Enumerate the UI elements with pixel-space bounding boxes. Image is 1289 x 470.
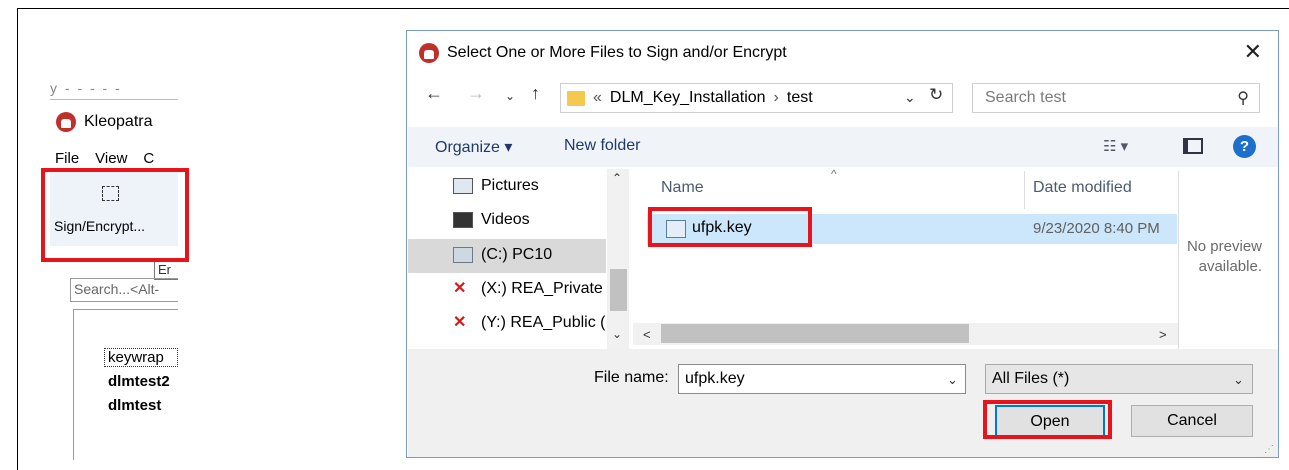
scroll-up-icon[interactable]: ⌃ xyxy=(612,171,622,185)
folder-icon xyxy=(567,90,585,106)
file-name-input[interactable]: ufpk.key xyxy=(678,364,966,394)
close-icon[interactable]: ✕ xyxy=(1244,39,1262,65)
up-arrow-icon[interactable]: ↑ xyxy=(531,83,540,104)
column-header-name[interactable]: Name xyxy=(661,179,704,197)
command-bar xyxy=(408,127,1278,167)
column-divider[interactable] xyxy=(1024,171,1025,209)
pictures-icon xyxy=(453,178,473,194)
back-arrow-icon[interactable]: ← xyxy=(425,83,443,104)
file-type-select[interactable]: All Files (*) xyxy=(985,364,1253,394)
horizontal-scrollbar-thumb[interactable] xyxy=(661,324,969,343)
change-view-icon[interactable]: ☷ ▾ xyxy=(1103,137,1128,155)
scroll-down-icon[interactable]: ⌄ xyxy=(612,327,622,341)
preview-pane: No preview available. xyxy=(1178,171,1278,349)
menu-c[interactable]: C xyxy=(143,150,154,167)
drive-icon xyxy=(453,247,473,263)
scroll-right-icon[interactable]: > xyxy=(1159,327,1167,342)
new-folder-button[interactable]: New folder xyxy=(564,137,640,155)
recent-chevron-down-icon[interactable]: ⌄ xyxy=(505,89,515,103)
resize-grip-icon[interactable]: ⋰ xyxy=(1264,444,1274,455)
file-highlight xyxy=(648,207,812,247)
preview-text-line: No preview xyxy=(1186,238,1262,255)
organize-button[interactable]: Organize ▾ xyxy=(435,137,512,157)
preview-pane-icon[interactable] xyxy=(1183,138,1203,154)
file-open-dialog: Select One or More Files to Sign and/or … xyxy=(406,30,1279,458)
search-icon: ⚲ xyxy=(1237,90,1249,107)
keylist-item[interactable]: dlmtest2 xyxy=(108,373,178,390)
menu-view[interactable]: View xyxy=(95,150,127,167)
nav-item-label: (C:) PC10 xyxy=(481,246,553,263)
nav-item-label: Pictures xyxy=(481,177,539,194)
keylist-item[interactable]: dlmtest xyxy=(108,397,161,414)
kleopatra-title-text: Kleopatra xyxy=(84,113,153,130)
search-input[interactable]: Search test ⚲ xyxy=(972,83,1260,113)
kleopatra-title: Kleopatra xyxy=(56,112,153,132)
network-drive-icon: ✕ xyxy=(453,281,473,297)
keylist-item[interactable]: keywrap xyxy=(104,348,178,367)
sign-encrypt-highlight xyxy=(41,168,189,262)
scroll-left-icon[interactable]: < xyxy=(643,327,651,342)
kleopatra-search-input[interactable]: Search...<Alt- xyxy=(70,278,178,302)
help-icon[interactable]: ? xyxy=(1233,135,1256,158)
address-bar[interactable]: « DLM_Key_Installation › test xyxy=(560,83,953,113)
nav-item-x-drive[interactable]: ✕ (X:) REA_Private xyxy=(453,280,603,298)
videos-icon xyxy=(453,212,473,228)
column-header-date[interactable]: Date modified xyxy=(1033,179,1132,197)
refresh-icon[interactable]: ↻ xyxy=(929,85,943,105)
nav-item-videos[interactable]: Videos xyxy=(453,211,530,229)
breadcrumb-overflow[interactable]: « xyxy=(593,89,602,107)
open-highlight xyxy=(983,400,1112,439)
menu-file[interactable]: File xyxy=(55,150,79,167)
nav-scrollbar-thumb[interactable] xyxy=(610,269,627,311)
preview-text-line: available. xyxy=(1198,258,1262,275)
nav-item-y-drive[interactable]: ✕ (Y:) REA_Public ( xyxy=(453,314,605,332)
address-dropdown-icon[interactable]: ⌄ xyxy=(904,89,916,106)
file-date: 9/23/2020 8:40 PM xyxy=(1033,220,1160,237)
breadcrumb-chevron-icon: › xyxy=(773,89,779,106)
dialog-title: Select One or More Files to Sign and/or … xyxy=(419,43,787,63)
breadcrumb-current[interactable]: test xyxy=(787,89,813,107)
nav-item-pictures[interactable]: Pictures xyxy=(453,177,539,195)
nav-item-c-drive[interactable]: (C:) PC10 xyxy=(453,246,552,264)
kleopatra-logo-icon xyxy=(56,112,76,132)
dialog-title-text: Select One or More Files to Sign and/or … xyxy=(447,44,787,61)
file-type-dropdown-icon[interactable]: ⌄ xyxy=(1233,372,1244,388)
nav-item-label: (Y:) REA_Public ( xyxy=(481,314,606,331)
file-name-label: File name: xyxy=(594,369,669,386)
cancel-button[interactable]: Cancel xyxy=(1131,405,1253,437)
file-name-dropdown-icon[interactable]: ⌄ xyxy=(947,372,958,388)
dialog-app-icon xyxy=(419,43,439,63)
nav-item-label: (X:) REA_Private xyxy=(481,280,603,297)
breadcrumb-parent[interactable]: DLM_Key_Installation xyxy=(610,89,766,107)
kleopatra-menu: File View C xyxy=(55,150,154,167)
sign-encrypt-tooltip: Er xyxy=(154,260,178,280)
sort-ascending-icon: ^ xyxy=(831,167,837,181)
search-placeholder: Search test xyxy=(985,89,1066,106)
nav-scrollbar[interactable] xyxy=(607,169,629,349)
network-drive-icon: ✕ xyxy=(453,315,473,331)
nav-item-label: Videos xyxy=(481,211,530,228)
kleopatra-title-fragment: y - - - - - xyxy=(50,80,178,100)
forward-arrow-icon[interactable]: → xyxy=(467,83,485,104)
